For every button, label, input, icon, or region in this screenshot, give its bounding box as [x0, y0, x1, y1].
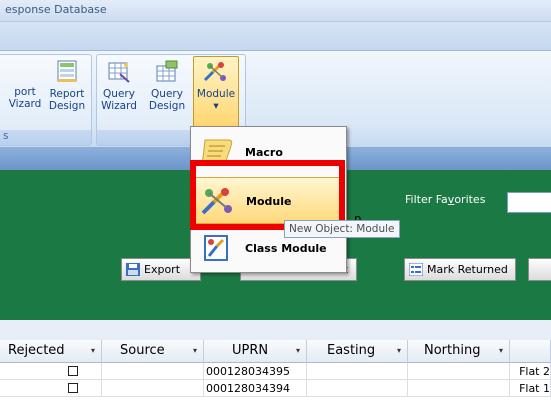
- module-dropdown-button[interactable]: Module ▾: [193, 56, 239, 130]
- report-design-label-2: Design: [48, 100, 86, 112]
- rejected-cell[interactable]: [0, 380, 102, 397]
- form-list-icon: [409, 263, 423, 276]
- query-design-button[interactable]: Query Design: [147, 60, 187, 112]
- column-header-label: UPRN: [232, 343, 269, 358]
- rejected-cell[interactable]: [0, 363, 102, 380]
- query-design-label-1: Query: [151, 88, 183, 100]
- filter-label-part2: orites: [454, 193, 486, 206]
- tooltip: New Object: Module: [284, 220, 400, 238]
- northing-cell[interactable]: [408, 363, 510, 380]
- partial-button-right[interactable]: [528, 258, 551, 281]
- filter-favorites-input[interactable]: [507, 192, 551, 213]
- address-cell[interactable]: Flat 1: [510, 380, 551, 397]
- module-button-label: Module: [196, 88, 236, 100]
- column-header-label: Northing: [424, 343, 481, 358]
- uprn-cell[interactable]: 000128034395: [204, 363, 307, 380]
- query-design-icon: [156, 60, 178, 82]
- export-button-label: Export: [144, 263, 181, 276]
- column-header-easting[interactable]: Easting ▾: [307, 340, 408, 363]
- chevron-down-icon[interactable]: ▾: [91, 346, 95, 355]
- export-button[interactable]: Export: [121, 258, 201, 281]
- address-cell[interactable]: Flat 2: [510, 363, 551, 380]
- column-header-label: Source: [120, 343, 165, 358]
- easting-cell[interactable]: [307, 363, 408, 380]
- chevron-down-icon[interactable]: ▾: [296, 346, 300, 355]
- column-header-rejected[interactable]: Rejected ▾: [0, 340, 102, 363]
- report-design-label-1: Report: [49, 88, 85, 100]
- query-wizard-button[interactable]: Query Wizard: [99, 60, 139, 112]
- query-wizard-icon: [108, 62, 130, 83]
- chevron-down-icon: ▾: [213, 100, 219, 112]
- column-header-northing[interactable]: Northing ▾: [408, 340, 510, 363]
- easting-cell[interactable]: [307, 380, 408, 397]
- column-header-label: Rejected: [8, 343, 65, 358]
- source-cell[interactable]: [102, 363, 204, 380]
- rejected-checkbox[interactable]: [68, 366, 78, 376]
- menu-item-label: Class Module: [245, 242, 327, 255]
- chevron-down-icon[interactable]: ▾: [499, 346, 503, 355]
- mark-returned-button[interactable]: Mark Returned: [404, 258, 516, 281]
- chevron-down-icon[interactable]: ▾: [397, 346, 401, 355]
- column-header-source[interactable]: Source ▾: [102, 340, 204, 363]
- filter-label-part1: Filter Fa: [405, 193, 448, 206]
- report-wizard-label-2: Vizard: [8, 98, 42, 110]
- module-icon: [203, 62, 226, 82]
- menu-item-label: Macro: [245, 146, 283, 159]
- window-title: esponse Database: [5, 3, 107, 16]
- grid-spacer: [0, 320, 551, 340]
- source-cell[interactable]: [102, 380, 204, 397]
- query-design-label-2: Design: [148, 100, 186, 112]
- report-design-button[interactable]: Report Design: [45, 60, 89, 112]
- rejected-checkbox[interactable]: [68, 383, 78, 393]
- class-module-icon: [204, 235, 228, 261]
- query-wizard-label-2: Wizard: [101, 100, 137, 112]
- save-disk-icon: [126, 263, 140, 276]
- quick-access-band: [0, 22, 551, 51]
- report-wizard-label-1: port: [14, 86, 36, 98]
- datasheet-grid: Rejected ▾ Source ▾ UPRN ▾ Easting ▾ Northin…: [0, 340, 551, 403]
- column-header-address[interactable]: [510, 340, 551, 363]
- filter-favorites-label: Filter Favorites: [405, 193, 485, 206]
- query-wizard-label-1: Query: [103, 88, 135, 100]
- chevron-down-icon[interactable]: ▾: [193, 346, 197, 355]
- uprn-cell[interactable]: 000128034394: [204, 380, 307, 397]
- reports-group-label: s: [0, 130, 91, 145]
- report-design-icon: [57, 60, 77, 82]
- title-bar: esponse Database: [0, 0, 551, 22]
- column-header-label: Easting: [327, 343, 376, 358]
- reports-group: port Vizard Report Design s: [0, 54, 92, 146]
- report-wizard-button[interactable]: port Vizard: [5, 86, 45, 110]
- column-header-uprn[interactable]: UPRN ▾: [204, 340, 307, 363]
- northing-cell[interactable]: [408, 380, 510, 397]
- mark-returned-button-label: Mark Returned: [427, 263, 508, 276]
